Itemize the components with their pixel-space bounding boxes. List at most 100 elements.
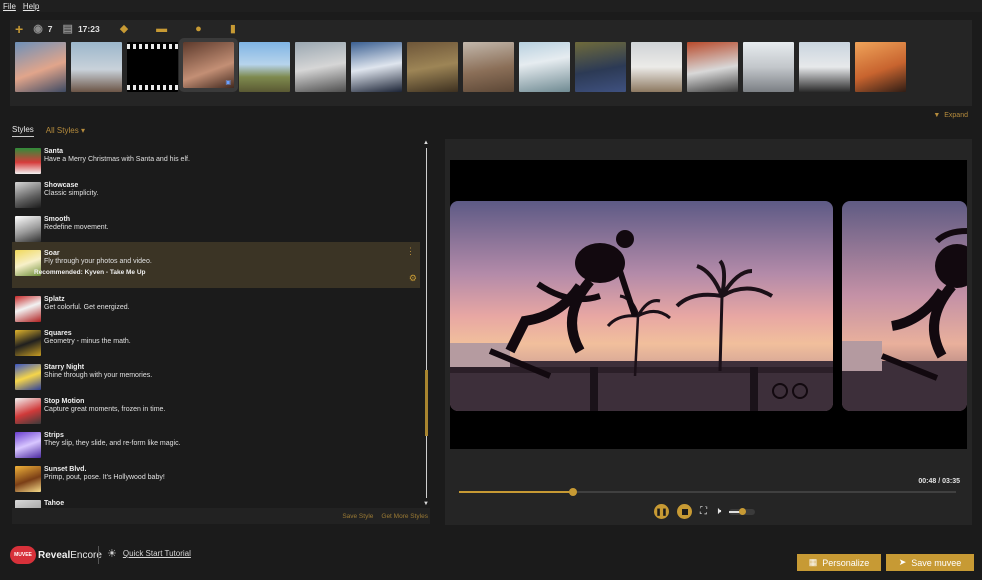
styles-list[interactable]: Santa Have a Merry Christmas with Santa a…: [12, 140, 420, 508]
media-thumbnails: ▣: [15, 38, 906, 92]
media-thumbnail[interactable]: ▣: [179, 38, 238, 92]
video-preview[interactable]: [450, 160, 967, 449]
style-item[interactable]: Sunset Blvd. Primp, pout, pose. It's Holl…: [12, 458, 420, 492]
playback-controls: ❚❚ ⛶ 🕨: [654, 504, 756, 519]
expand-button[interactable]: ▼ Expand: [933, 112, 968, 119]
lightbulb-icon: ☀: [107, 548, 117, 560]
media-thumbnail[interactable]: [407, 42, 458, 92]
fullscreen-button[interactable]: ⛶: [700, 506, 707, 517]
volume-button[interactable]: 🕨: [715, 506, 721, 517]
stop-button[interactable]: [677, 504, 692, 519]
style-thumbnail-icon: [15, 364, 41, 390]
stop-icon: [681, 508, 688, 515]
style-thumbnail-icon: [15, 500, 41, 508]
style-item[interactable]: Smooth Redefine movement.: [12, 208, 420, 242]
media-thumbnail[interactable]: [575, 42, 626, 92]
styles-filter-dropdown[interactable]: All Styles ▾: [46, 126, 85, 137]
media-thumbnail[interactable]: [687, 42, 738, 92]
style-thumbnail-icon: [15, 330, 41, 356]
style-thumbnail-icon: [15, 296, 41, 322]
media-thumbnail[interactable]: [15, 42, 66, 92]
styles-scrollbar[interactable]: ▲ ▼: [423, 140, 429, 508]
style-text: Splatz Get colorful. Get energized.: [44, 296, 130, 311]
style-name: Stop Motion: [44, 398, 85, 405]
menu-help[interactable]: Help: [23, 2, 39, 11]
quick-start-tutorial-link[interactable]: ☀ Quick Start Tutorial: [107, 547, 191, 560]
style-item[interactable]: Starry Night Shine through with your memo…: [12, 356, 420, 390]
save-style-link[interactable]: Save Style: [342, 513, 373, 520]
style-item[interactable]: Squares Geometry - minus the math.: [12, 322, 420, 356]
style-item[interactable]: Tahoe: [12, 492, 420, 508]
pin-icon: ▼: [933, 112, 941, 119]
style-text: Santa Have a Merry Christmas with Santa a…: [44, 148, 190, 163]
styles-filter-label: All Styles: [45, 125, 79, 135]
media-thumbnail[interactable]: [127, 42, 178, 92]
style-text: Tahoe: [44, 500, 64, 508]
layers-icon[interactable]: ◆: [120, 24, 128, 35]
folder-icon[interactable]: ▬: [156, 24, 167, 35]
media-thumbnail[interactable]: [463, 42, 514, 92]
scroll-up-icon[interactable]: ▲: [423, 140, 429, 146]
timeline-knob[interactable]: [569, 488, 578, 496]
more-options-icon[interactable]: ⋮: [406, 246, 415, 257]
logo-badge: MUVEE: [10, 546, 36, 564]
media-thumbnail[interactable]: [631, 42, 682, 92]
skater-scene: [450, 230, 833, 411]
video-camera-icon: ▤: [62, 23, 73, 35]
tab-styles[interactable]: Styles: [12, 125, 34, 137]
style-description: Have a Merry Christmas with Santa and hi…: [44, 156, 190, 163]
media-thumbnail[interactable]: [239, 42, 290, 92]
logo-reveal: Reveal: [38, 549, 71, 561]
media-thumbnail[interactable]: [799, 42, 850, 92]
volume-knob[interactable]: [739, 507, 747, 515]
expand-label: Expand: [944, 112, 968, 119]
logo-wordmark: RevealEncore: [38, 550, 102, 561]
photo-count[interactable]: ◉ 7: [33, 23, 52, 35]
save-muvee-label: Save muvee: [911, 557, 962, 568]
media-thumbnail[interactable]: [351, 42, 402, 92]
personalize-button[interactable]: ▦ Personalize: [797, 554, 881, 571]
music-icon[interactable]: ●: [195, 24, 202, 35]
style-item[interactable]: Soar Fly through your photos and video. Re…: [12, 242, 420, 288]
add-icon[interactable]: +: [15, 22, 23, 36]
media-thumbnail[interactable]: [855, 42, 906, 92]
style-description: Get colorful. Get energized.: [44, 304, 130, 311]
gear-icon[interactable]: ⚙: [409, 273, 417, 284]
camera-icon: ◉: [33, 23, 43, 35]
pause-icon: ❚❚: [655, 508, 668, 516]
volume-slider[interactable]: [729, 507, 756, 515]
style-item[interactable]: Showcase Classic simplicity.: [12, 174, 420, 208]
style-description: Primp, pout, pose. It's Hollywood baby!: [44, 474, 165, 481]
style-item[interactable]: Stop Motion Capture great moments, frozen…: [12, 390, 420, 424]
scroll-thumb[interactable]: [425, 370, 428, 436]
style-description: Shine through with your memories.: [44, 372, 153, 379]
style-thumbnail-icon: [15, 466, 41, 492]
style-description: Capture great moments, frozen in time.: [44, 406, 166, 413]
style-text: Smooth Redefine movement.: [44, 216, 109, 231]
style-description: Redefine movement.: [44, 224, 109, 231]
style-thumbnail-icon: [15, 432, 41, 458]
menu-file[interactable]: File: [3, 2, 16, 11]
scroll-down-icon[interactable]: ▼: [423, 501, 429, 507]
style-item[interactable]: Strips They slip, they slide, and re-form…: [12, 424, 420, 458]
pause-button[interactable]: ❚❚: [654, 504, 669, 519]
media-thumbnail[interactable]: [743, 42, 794, 92]
style-name: Soar: [44, 250, 60, 257]
style-item[interactable]: Splatz Get colorful. Get energized.: [12, 288, 420, 322]
skater-scene-side: [842, 228, 967, 411]
save-muvee-button[interactable]: ➤ Save muvee: [886, 554, 974, 571]
style-item[interactable]: Santa Have a Merry Christmas with Santa a…: [12, 140, 420, 174]
menu-bar: File Help: [0, 0, 982, 12]
media-thumbnail[interactable]: [295, 42, 346, 92]
get-more-styles-link[interactable]: Get More Styles: [381, 513, 428, 520]
speaker-icon: 🕨: [715, 506, 722, 517]
divider: [98, 546, 99, 564]
media-toolbar: + ◉ 7 ▤ 17:23 ◆ ▬ ● ▮: [10, 20, 972, 38]
video-duration[interactable]: ▤ 17:23: [62, 23, 100, 35]
style-name: Tahoe: [44, 500, 65, 507]
style-name: Santa: [44, 148, 64, 155]
media-thumbnail[interactable]: [71, 42, 122, 92]
media-thumbnail[interactable]: [519, 42, 570, 92]
bookmark-icon[interactable]: ▮: [230, 24, 236, 35]
timeline-slider[interactable]: [459, 488, 956, 496]
